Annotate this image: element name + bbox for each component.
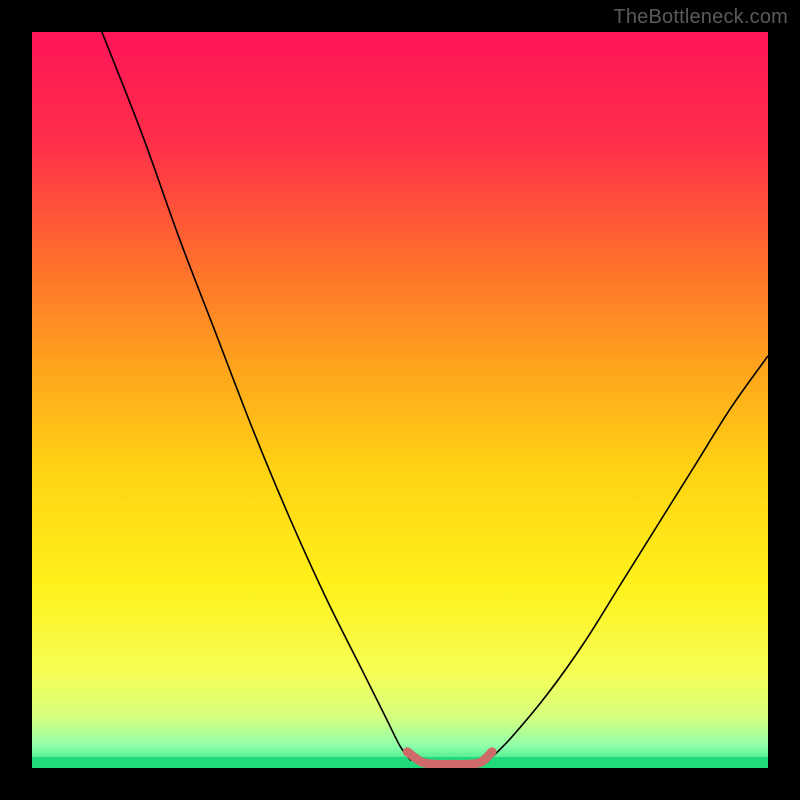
green-baseline-strip (32, 757, 768, 768)
plot-area (32, 32, 768, 768)
watermark-text: TheBottleneck.com (613, 6, 788, 29)
chart-svg (32, 32, 768, 768)
gradient-background (32, 32, 768, 768)
chart-frame: TheBottleneck.com (0, 0, 800, 800)
